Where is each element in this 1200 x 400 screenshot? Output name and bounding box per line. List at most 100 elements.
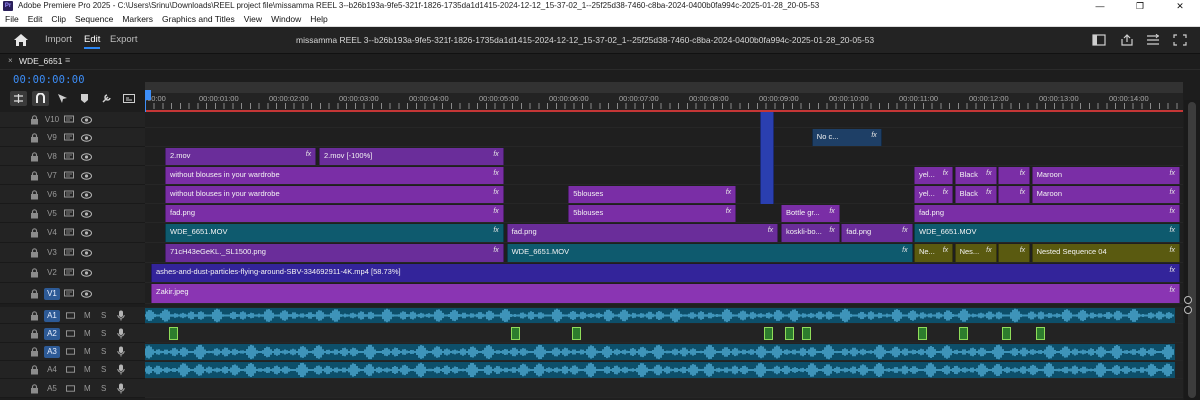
video-lane-v5[interactable]: fad.png fx 5blouses fx Bottle gr... fx fad.png… [145,204,1183,223]
timeline-clip[interactable]: Maroon fx [1031,167,1180,184]
audio-clip-waveform[interactable] [145,362,1175,378]
mute-button[interactable]: M [84,311,91,320]
mute-button[interactable]: M [84,384,91,393]
video-lane-v1[interactable]: Zakir.jpeg fx [145,283,1183,304]
toggle-output-eye-icon[interactable] [81,229,92,237]
track-name[interactable]: V5 [44,208,60,220]
video-track-header-v10[interactable]: V10 [0,112,145,128]
mute-button[interactable]: M [84,365,91,374]
video-track-header-v2[interactable]: V2 [0,263,145,283]
track-lock-icon[interactable] [30,228,39,238]
track-name[interactable]: A5 [44,383,60,395]
fx-badge-icon[interactable]: fx [493,189,498,196]
video-track-resize-handle[interactable] [1184,296,1192,304]
menu-window[interactable]: Window [266,12,305,26]
track-name[interactable]: V1 [44,288,60,300]
fx-badge-icon[interactable]: fx [943,189,948,196]
timeline-clip[interactable]: WDE_6651.MOV fx [914,224,1180,242]
toggle-output-eye-icon[interactable] [81,172,92,180]
track-lock-icon[interactable] [30,248,39,258]
sync-lock-icon[interactable] [64,208,74,220]
track-lock-icon[interactable] [30,115,39,125]
timeline-lanes[interactable]: No c... fx 2.mov fx 2.mov [-100%] fx without b… [145,112,1183,400]
timeline-clip[interactable]: fad.png fx [165,205,504,222]
sequence-tab-name[interactable]: WDE_6651 [19,56,62,66]
sequence-menu-icon[interactable]: ≡ [65,55,70,65]
close-button[interactable]: ✕ [1160,0,1200,12]
audio-clip-marker[interactable] [572,327,582,340]
menu-help[interactable]: Help [305,12,331,26]
fx-badge-icon[interactable]: fx [902,227,907,234]
fx-badge-icon[interactable]: fx [829,208,834,215]
solo-button[interactable]: S [101,347,106,356]
track-lock-icon[interactable] [30,171,39,181]
mute-button[interactable]: M [84,347,91,356]
timeline-clip[interactable]: Nested Sequence 04 fx [1031,244,1180,262]
fx-badge-icon[interactable]: fx [829,227,834,234]
track-name[interactable]: A2 [44,328,60,340]
timeline-clip[interactable]: 2.mov [-100%] fx [319,148,504,165]
video-track-header-v7[interactable]: V7 [0,166,145,185]
voice-over-record-icon[interactable] [117,364,125,377]
playhead-handle[interactable] [145,90,151,100]
toggle-output-eye-icon[interactable] [81,134,92,142]
timeline-clip[interactable]: fad.png fx [506,224,779,242]
video-track-header-v3[interactable]: V3 [0,243,145,263]
sync-lock-icon[interactable] [64,189,74,201]
audio-lane-a5[interactable] [145,379,1183,398]
timeline-clip[interactable]: 5blouses fx [568,186,737,203]
time-ruler[interactable]: :00:00 00:00:01:00 00:00:02:00 00:00:03:00 0… [145,82,1183,112]
timeline-clip[interactable]: WDE_6651.MOV fx [165,224,504,242]
audio-clip-waveform[interactable] [145,344,1175,360]
fx-badge-icon[interactable]: fx [943,247,948,254]
timeline-clip[interactable]: yel... fx [914,186,954,203]
sync-lock-icon[interactable] [64,267,74,279]
fx-badge-icon[interactable]: fx [726,189,731,196]
audio-clip-marker[interactable] [801,327,811,340]
toggle-output-eye-icon[interactable] [81,269,92,277]
mute-button[interactable]: M [84,329,91,338]
menu-clip[interactable]: Clip [46,12,70,26]
solo-button[interactable]: S [101,329,106,338]
timeline-clip[interactable]: fx [998,186,1031,203]
video-track-header-v1[interactable]: V1 [0,283,145,304]
fx-badge-icon[interactable]: fx [986,189,991,196]
track-lock-icon[interactable] [30,190,39,200]
fx-badge-icon[interactable]: fx [1170,287,1175,294]
toggle-output-eye-icon[interactable] [81,249,92,257]
sync-lock-icon[interactable] [66,329,75,340]
timeline-clip[interactable]: yel... fx [914,167,954,184]
fx-badge-icon[interactable]: fx [1170,170,1175,177]
toggle-output-eye-icon[interactable] [81,191,92,199]
track-lock-icon[interactable] [30,311,39,321]
video-lane-v8[interactable]: 2.mov fx 2.mov [-100%] fx [145,147,1183,166]
fx-badge-icon[interactable]: fx [493,170,498,177]
audio-track-resize-handle[interactable] [1184,306,1192,314]
add-marker-icon[interactable] [76,91,93,106]
track-lock-icon[interactable] [30,268,39,278]
snap-magnet-icon[interactable] [32,91,49,106]
track-name[interactable]: V8 [44,151,60,163]
track-lock-icon[interactable] [30,384,39,394]
solo-button[interactable]: S [101,365,106,374]
timeline-clip[interactable]: fad.png fx [841,224,913,242]
fx-badge-icon[interactable]: fx [986,170,991,177]
voice-over-record-icon[interactable] [117,383,125,396]
audio-track-header-a1[interactable]: A1 M S [0,307,145,324]
fx-badge-icon[interactable]: fx [1020,170,1025,177]
sync-lock-icon[interactable] [64,114,74,126]
sync-lock-icon[interactable] [64,132,74,144]
fx-badge-icon[interactable]: fx [1170,227,1175,234]
video-lane-v3[interactable]: 71cH43eGeKL._SL1500.png fx WDE_6651.MOV fx N… [145,243,1183,263]
fx-badge-icon[interactable]: fx [986,247,991,254]
timeline-clip[interactable]: koskli-bo... fx [781,224,840,242]
audio-track-header-a3[interactable]: A3 M S [0,343,145,361]
workspace-settings-icon[interactable] [1146,34,1160,46]
video-lane-v10[interactable] [145,112,1183,128]
fx-badge-icon[interactable]: fx [871,132,876,139]
timeline-clip[interactable]: fx [998,244,1031,262]
timeline-clip[interactable]: fx [998,167,1031,184]
timeline-clip[interactable]: Black fx [954,186,997,203]
track-lock-icon[interactable] [30,365,39,375]
timeline-clip[interactable]: No c... fx [811,129,882,146]
